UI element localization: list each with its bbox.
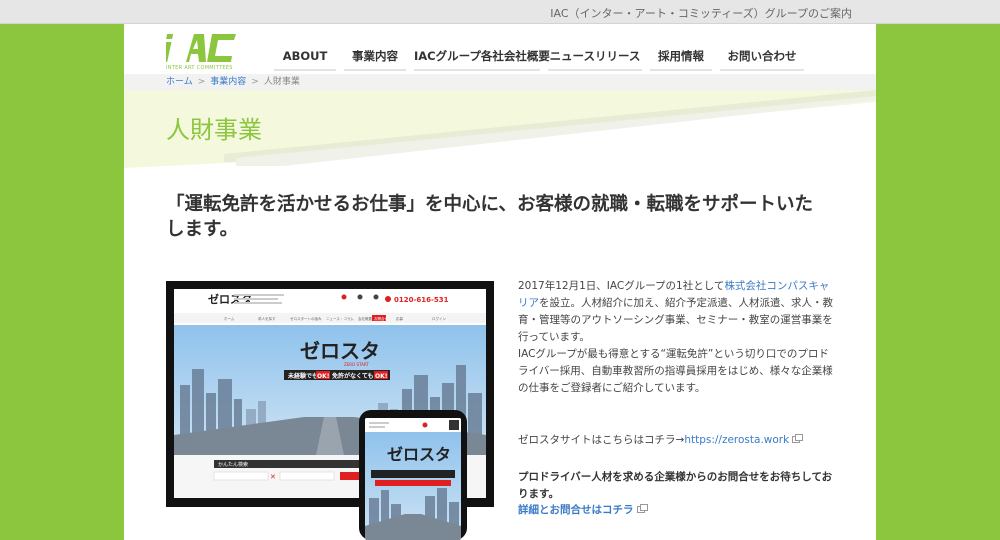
mock-search-title: かんたん検索: [218, 461, 248, 468]
mock-brand-sub: ZERO START: [344, 362, 369, 367]
lead-heading: 「運転免許を活かせるお仕事」を中心に、お客様の就職・転職をサポートいたします。: [166, 194, 813, 240]
top-bar: IAC（インター・アート・コミッティーズ）グループのご案内: [0, 0, 1000, 24]
breadcrumb: ホーム > 事業内容 > 人財事業: [124, 74, 876, 90]
body-paragraph-2: IACグループが最も得意とする“運転免許”という切り口でのプロドライバー採用、自…: [518, 348, 833, 394]
external-link-icon: [792, 434, 804, 443]
nav-contact[interactable]: お問い合わせ: [720, 45, 804, 71]
mock-menu-1: 求人を探す: [258, 316, 276, 321]
external-link-icon: [636, 504, 648, 513]
logo-subtitle: INTER ART COMMITTEES: [166, 65, 233, 71]
contact-details-link-row: 詳細とお問合せはコチラ: [518, 502, 648, 517]
nav-group-companies[interactable]: IACグループ各社会社概要: [414, 45, 550, 71]
zerosta-text: ゼロスタサイトはこちらはコチラ→: [518, 434, 685, 446]
nav-recruit[interactable]: 採用情報: [650, 45, 712, 71]
mock-tagline-ok-1: OK!: [317, 373, 330, 380]
breadcrumb-separator: >: [251, 77, 259, 87]
breadcrumb-home[interactable]: ホーム: [166, 77, 193, 87]
mock-tagline-prefix: 未経験でも: [288, 372, 318, 380]
mock-brand-large: ゼロスタ: [300, 339, 380, 363]
mock-menu-0: ホーム: [224, 316, 235, 321]
breadcrumb-separator: >: [197, 77, 206, 87]
zerosta-mobile-preview: ゼロスタ: [365, 418, 461, 540]
mock-menu-3: ニュース・コラム: [326, 316, 354, 321]
mock-menu-7: ログイン: [432, 316, 446, 321]
phone-mockup-image: ゼロスタ: [359, 410, 467, 540]
body-paragraph-1: 2017年12月1日、IACグループの1社として株式会社コンパスキャリアを設立。…: [518, 280, 833, 343]
phone-mockup-screen: ゼロスタ: [365, 418, 461, 540]
nav-news[interactable]: ニュースリリース: [548, 45, 642, 71]
body-text: 2017年12月1日、IACグループの1社として株式会社コンパスキャリアを設立。…: [518, 278, 834, 397]
iac-logo[interactable]: INTER ART COMMITTEES: [161, 30, 240, 74]
mock-phone-number: 0120-616-531: [394, 296, 449, 304]
nav-about[interactable]: ABOUT: [274, 45, 336, 71]
page-title: 人財事業: [166, 116, 262, 144]
mock-tagline-mid: 免許がなくても: [332, 372, 374, 380]
iac-logo-mark: [161, 34, 236, 62]
mock-phone-brand: ゼロスタ: [387, 445, 451, 464]
mock-menu-4: 会社概要: [358, 316, 372, 321]
mock-menu-2: ゼロスタートの強み: [290, 316, 322, 321]
mock-menu-6: 応募: [396, 316, 404, 321]
zerosta-line: ゼロスタサイトはこちらはコチラ→https://zerosta.work: [518, 432, 804, 447]
breadcrumb-business[interactable]: 事業内容: [210, 77, 246, 87]
nav-business[interactable]: 事業内容: [344, 45, 406, 71]
page-container: INTER ART COMMITTEES ABOUT 事業内容 IACグループ各…: [124, 24, 876, 540]
driver-inquiry-text: プロドライバー人材を求める企業様からのお問合せをお待ちしております。: [518, 471, 833, 500]
zerosta-link[interactable]: https://zerosta.work: [684, 434, 789, 446]
contact-details-link[interactable]: 詳細とお問合せはコチラ: [518, 504, 634, 516]
group-info-link[interactable]: IAC（インター・アート・コミッティーズ）グループのご案内: [550, 5, 852, 21]
svg-text:✕: ✕: [270, 473, 276, 481]
mock-tagline-ok-2: OK!: [375, 373, 388, 380]
mock-menu-5: お問合せ: [374, 316, 388, 321]
breadcrumb-current: 人財事業: [263, 77, 300, 87]
